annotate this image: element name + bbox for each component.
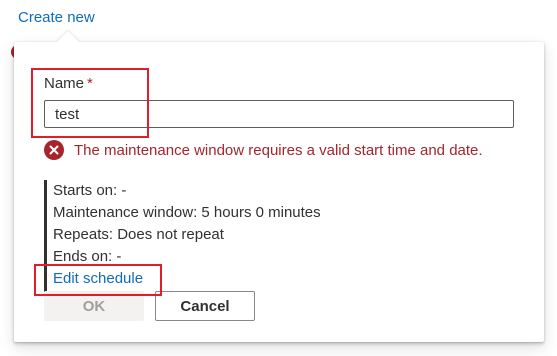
edit-schedule-link[interactable]: Edit schedule [53, 268, 504, 290]
error-message-text: The maintenance window requires a valid … [74, 141, 483, 159]
create-new-link[interactable]: Create new [18, 9, 95, 26]
validation-error: The maintenance window requires a valid … [44, 140, 483, 160]
required-marker: * [87, 75, 93, 92]
ends-on-text: Ends on: - [53, 248, 122, 265]
create-new-schedule-popup-screen: Create new Name* The maintenance window … [0, 0, 557, 356]
ok-button[interactable]: OK [44, 291, 144, 321]
error-circle-x-icon [44, 140, 64, 160]
starts-on-text: Starts on: - [53, 182, 127, 199]
maintenance-window-callout: Name* The maintenance window requires a … [14, 30, 544, 342]
name-field-label: Name * [44, 75, 93, 92]
name-input[interactable] [44, 100, 514, 128]
schedule-summary: Starts on: - Maintenance window: 5 hours… [44, 180, 504, 292]
name-label-text: Name [44, 75, 85, 92]
callout-beak [56, 30, 80, 54]
cancel-button[interactable]: Cancel [155, 291, 255, 321]
repeats-text: Repeats: Does not repeat [53, 226, 224, 243]
maintenance-window-text: Maintenance window: 5 hours 0 minutes [53, 204, 321, 221]
